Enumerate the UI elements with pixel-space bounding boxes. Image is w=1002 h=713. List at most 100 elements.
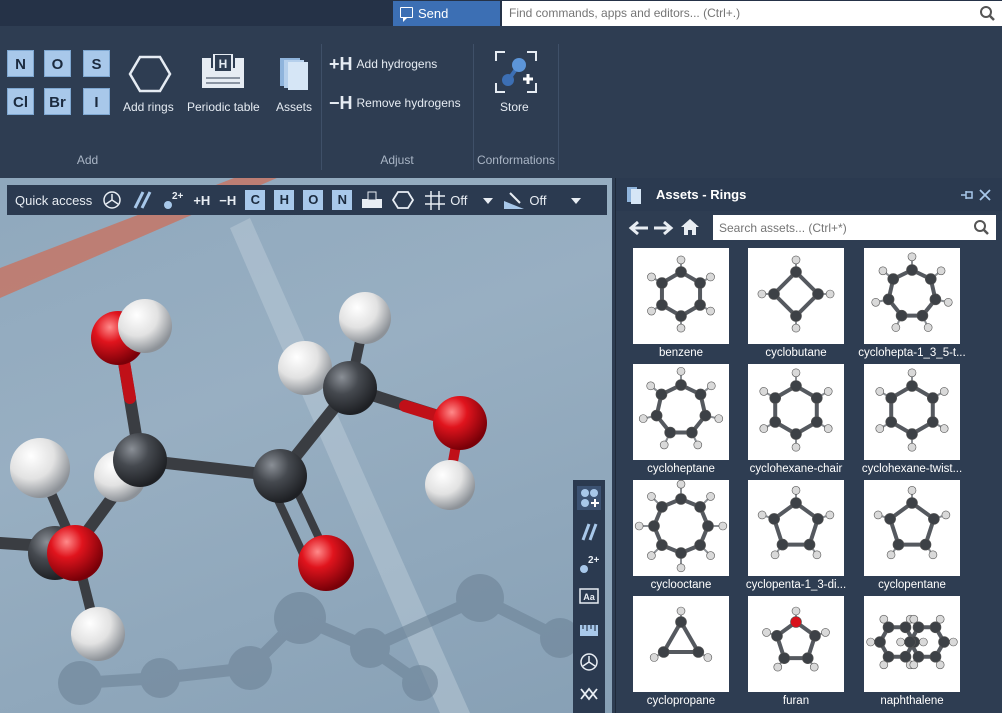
asset-tile[interactable]: cyclohepta-1_3_5-t... — [858, 248, 966, 364]
asset-tile[interactable]: cyclopropane — [633, 596, 729, 712]
quick-element-o[interactable]: O — [303, 190, 324, 210]
quick-add-hydrogen-button[interactable]: +H — [193, 189, 210, 211]
svg-text:2+: 2+ — [588, 555, 600, 566]
grid-toggle-icon[interactable] — [423, 189, 447, 211]
asset-tile[interactable]: cyclooctane — [633, 479, 729, 596]
chevron-down-icon[interactable] — [570, 189, 581, 211]
element-button-s[interactable]: S — [83, 50, 110, 77]
quick-element-h[interactable]: H — [274, 190, 295, 210]
add-rings-label: Add rings — [123, 100, 174, 114]
ribbon-separator — [321, 44, 322, 170]
asset-thumbnail — [633, 479, 729, 576]
top-bar: Send feedback — [0, 0, 1002, 46]
command-search-input[interactable] — [502, 1, 1002, 26]
element-button-i[interactable]: I — [83, 88, 110, 115]
asset-name: cyclobutane — [765, 347, 827, 359]
chevron-down-icon[interactable] — [483, 189, 494, 211]
periodic-table-icon: H — [202, 54, 244, 88]
element-button-cl[interactable]: Cl — [7, 88, 34, 115]
asset-name: cyclopenta-1_3-di... — [745, 579, 847, 591]
torsion-icon[interactable] — [577, 682, 601, 706]
svg-text:Aa: Aa — [583, 592, 595, 602]
ribbon-separator — [558, 44, 559, 170]
svg-text:2+: 2+ — [172, 191, 184, 202]
quick-access-label: Quick access — [15, 192, 93, 208]
stereo-icon[interactable] — [577, 650, 601, 674]
asset-tile[interactable]: benzene — [633, 248, 729, 364]
pin-icon[interactable] — [960, 189, 974, 201]
bond-order-icon[interactable] — [131, 189, 153, 211]
assets-label: Assets — [276, 100, 313, 114]
periodic-table-button[interactable]: H Periodic table — [185, 46, 263, 118]
asset-tile[interactable]: cyclopenta-1_3-di... — [746, 480, 846, 596]
assets-panel-title: Assets - Rings — [656, 187, 747, 202]
element-button-o[interactable]: O — [44, 50, 71, 77]
assets-panel-header: Assets - Rings — [616, 178, 1002, 211]
snap-state-label: Off — [529, 192, 547, 208]
back-arrow-icon[interactable] — [628, 220, 650, 236]
remove-hydrogens-label: Remove hydrogens — [356, 96, 461, 110]
asset-name: cyclooctane — [650, 579, 712, 591]
molecule-viewport[interactable]: Quick access 2+ +H −H C H O N Off Off 2+… — [0, 178, 612, 713]
home-icon[interactable] — [680, 218, 700, 236]
asset-thumbnail — [748, 248, 844, 344]
label-text-icon[interactable]: Aa — [577, 584, 601, 608]
grid-state-label: Off — [450, 192, 468, 208]
hexagon-ring-icon[interactable] — [392, 189, 415, 211]
asset-thumbnail — [748, 596, 844, 692]
asset-tile[interactable]: cyclohexane-twist... — [862, 364, 962, 480]
asset-tile[interactable]: furan — [748, 596, 844, 712]
store-button[interactable]: Store — [490, 46, 542, 118]
assets-button[interactable]: Assets — [272, 46, 316, 118]
send-feedback-button[interactable]: Send feedback — [393, 1, 500, 46]
remove-hydrogen-icon: −H — [329, 93, 353, 113]
asset-thumbnail — [864, 248, 960, 344]
hexagon-ring-icon — [128, 55, 172, 93]
svg-text:H: H — [219, 57, 228, 71]
add-hydrogen-icon: +H — [329, 54, 353, 74]
asset-name: naphthalene — [880, 695, 944, 707]
quick-element-n[interactable]: N — [332, 190, 353, 210]
charge-icon[interactable]: 2+ — [162, 189, 184, 211]
asset-tile[interactable]: cycloheptane — [633, 364, 729, 480]
quick-remove-hydrogen-button[interactable]: −H — [219, 189, 236, 211]
search-icon[interactable] — [979, 5, 996, 22]
charge-icon[interactable]: 2+ — [577, 552, 601, 576]
group-label-add: Add — [76, 153, 99, 167]
group-label-adjust: Adjust — [380, 153, 414, 167]
asset-thumbnail — [633, 364, 729, 460]
asset-tile[interactable]: naphthalene — [864, 596, 960, 712]
asset-tile[interactable]: cyclobutane — [748, 248, 844, 364]
molecule-scene — [0, 178, 580, 713]
periodic-table-label: Periodic table — [187, 100, 260, 114]
asset-name: cyclohexane-chair — [749, 463, 843, 475]
stereo-icon[interactable] — [102, 189, 122, 211]
quick-element-c[interactable]: C — [245, 190, 266, 210]
add-rings-button[interactable]: Add rings — [120, 46, 178, 118]
asset-search-input[interactable] — [713, 215, 996, 240]
element-button-br[interactable]: Br — [44, 88, 71, 115]
ribbon-separator — [473, 44, 474, 170]
add-atom-icon[interactable] — [577, 486, 601, 510]
asset-tile[interactable]: cyclopentane — [864, 480, 960, 596]
add-hydrogens-button[interactable]: +H Add hydrogens — [329, 54, 437, 75]
search-icon[interactable] — [973, 219, 990, 236]
periodic-table-icon[interactable] — [361, 189, 383, 211]
asset-thumbnail — [748, 364, 844, 460]
asset-thumbnail — [864, 480, 960, 576]
asset-name: cyclopentane — [878, 579, 946, 591]
assets-stack-icon — [280, 58, 308, 90]
snap-toggle-icon[interactable] — [502, 189, 526, 211]
close-icon[interactable] — [979, 189, 991, 201]
asset-thumbnail — [748, 480, 844, 576]
remove-hydrogens-button[interactable]: −H Remove hydrogens — [329, 93, 461, 114]
forward-arrow-icon[interactable] — [652, 220, 674, 236]
viewport-side-toolbar: 2+ Aa — [573, 480, 605, 713]
element-button-n[interactable]: N — [7, 50, 34, 77]
bond-order-icon[interactable] — [577, 520, 601, 544]
measure-ruler-icon[interactable] — [577, 616, 601, 640]
asset-tile[interactable]: cyclohexane-chair — [748, 364, 844, 480]
ribbon: N O S Cl Br I Add rings H Periodic table — [0, 26, 1002, 178]
feedback-icon — [400, 7, 413, 22]
store-conformation-icon — [495, 51, 537, 93]
